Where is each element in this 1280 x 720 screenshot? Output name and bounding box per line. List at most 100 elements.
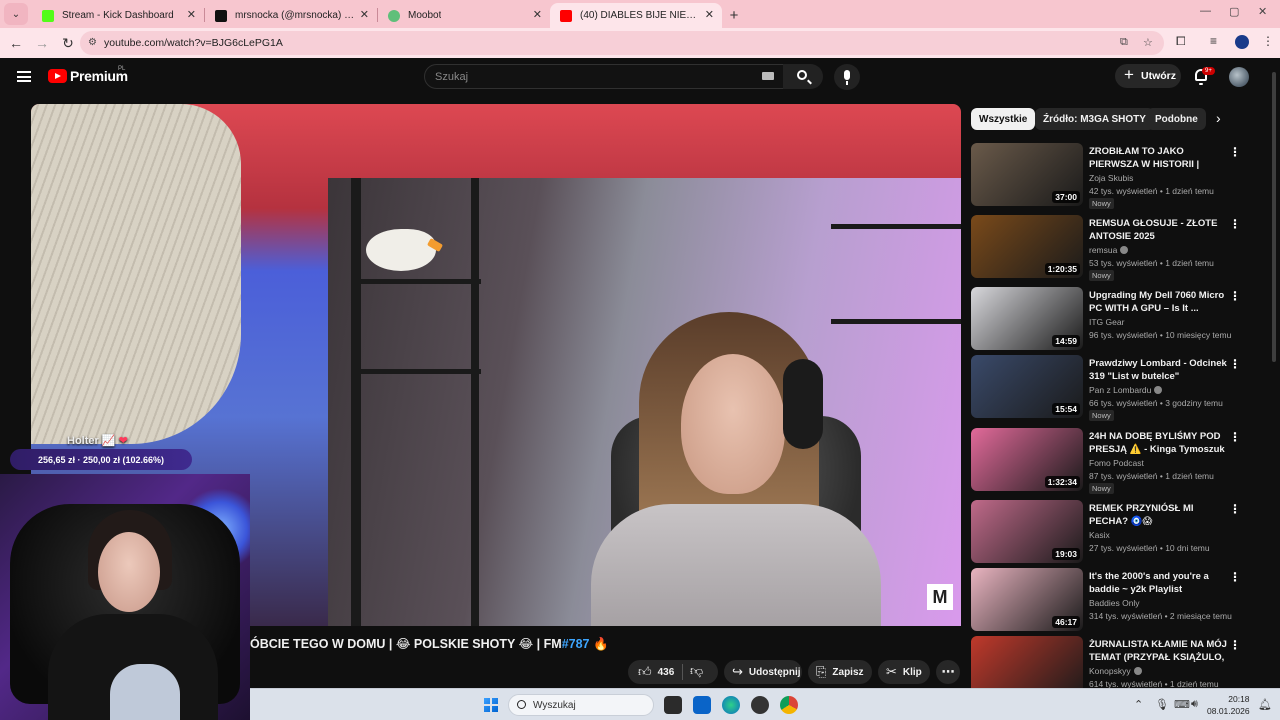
more-options-icon[interactable]: ⋮ [1229, 430, 1241, 444]
taskbar-search-input[interactable]: Wyszukaj [508, 694, 654, 716]
recommendation-item[interactable]: 15:54 Prawdziwy Lombard - Odcinek 319 "Li… [971, 355, 1241, 421]
close-tab-icon[interactable]: ✕ [187, 8, 196, 21]
edge-icon[interactable] [722, 696, 740, 714]
more-options-icon[interactable]: ⋮ [1229, 357, 1241, 371]
maximize-icon[interactable]: ▢ [1229, 5, 1239, 18]
recommendation-item[interactable]: 14:59 Upgrading My Dell 7060 Micro PC WIT… [971, 287, 1241, 353]
volume-icon[interactable]: 🔊︎ [1191, 698, 1198, 711]
recommendation-title[interactable]: ŻURNALISTA KŁAMIE NA MÓJ TEMAT (PRZYPAŁ … [1089, 638, 1229, 664]
video-thumbnail[interactable]: 19:03 [971, 500, 1083, 563]
video-thumbnail[interactable]: 46:17 [971, 568, 1083, 631]
network-icon[interactable]: ⌨ [1174, 698, 1190, 711]
chevron-right-icon[interactable]: › [1216, 110, 1221, 126]
like-count[interactable]: 436 [658, 667, 675, 678]
close-tab-icon[interactable]: ✕ [360, 8, 369, 21]
browser-menu-icon[interactable]: ⋮ [1262, 34, 1274, 48]
video-hashtag-link[interactable]: #787 [562, 637, 590, 651]
like-icon[interactable]: 👍︎ [638, 664, 652, 680]
close-tab-icon[interactable]: ✕ [533, 8, 542, 21]
close-window-icon[interactable]: ✕ [1258, 5, 1267, 18]
search-button[interactable] [783, 64, 823, 89]
recommendation-title[interactable]: 24H NA DOBĘ BYLIŚMY POD PRESJĄ ⚠️ - King… [1089, 430, 1229, 456]
video-thumbnail[interactable]: 15:54 [971, 355, 1083, 418]
recommendation-title[interactable]: REMEK PRZYNIÓSŁ MI PECHA? 🧿😱 [1089, 502, 1229, 528]
save-button[interactable]: ⎘ Zapisz [808, 660, 872, 684]
more-options-icon[interactable]: ⋮ [1229, 217, 1241, 231]
microphone-icon[interactable]: 🎙︎ [1155, 698, 1169, 711]
browser-tab[interactable]: Moobot ✕ [378, 3, 550, 28]
search-input[interactable]: Szukaj [424, 64, 784, 89]
minimize-icon[interactable]: — [1200, 5, 1211, 17]
forward-icon[interactable]: → [30, 35, 54, 51]
recommendation-channel[interactable]: Pan z Lombardu [1089, 385, 1163, 395]
site-info-icon[interactable]: ⚙ [88, 37, 97, 48]
recommendation-channel[interactable]: remsua [1089, 245, 1129, 255]
video-thumbnail[interactable]: 1:32:34 [971, 428, 1083, 491]
browser-tab-active[interactable]: (40) DIABLES BIJE NIEUCZESANĄ ✕ [550, 3, 722, 28]
notification-center-icon[interactable]: 🔔︎ [1258, 698, 1272, 711]
chip-all[interactable]: Wszystkie [971, 108, 1036, 130]
more-options-icon[interactable]: ⋮ [1229, 502, 1241, 516]
recommendation-channel[interactable]: Fomo Podcast [1089, 458, 1144, 468]
tray-overflow-icon[interactable]: ⌃ [1134, 698, 1143, 711]
recommendation-channel[interactable]: Kasix [1089, 530, 1110, 540]
browser-tab[interactable]: Stream - Kick Dashboard ✕ [32, 3, 204, 28]
more-actions-button[interactable]: ⋯ [936, 660, 960, 684]
video-frame-shelf [351, 279, 481, 284]
back-icon[interactable]: ← [4, 35, 28, 51]
close-tab-icon[interactable]: ✕ [705, 8, 714, 21]
media-controls-icon[interactable]: ≡ [1210, 34, 1217, 48]
tab-search-button[interactable]: ⌄ [4, 3, 28, 25]
taskbar-clock[interactable]: 20:18 08.01.2026 [1207, 693, 1250, 717]
video-frame-hoodie [591, 504, 881, 626]
recommendation-title[interactable]: REMSUA GŁOSUJE - ZŁOTE ANTOSIE 2025 [1089, 217, 1229, 243]
windows-start-icon[interactable] [484, 698, 498, 712]
new-tab-button[interactable]: + [722, 3, 746, 28]
task-view-icon[interactable] [664, 696, 682, 714]
recommendation-item[interactable]: 37:00 ZROBIŁAM TO JAKO PIERWSZA W HISTORI… [971, 143, 1241, 209]
chip-source[interactable]: Źródło: M3GA SHOTY [1035, 108, 1154, 130]
reload-icon[interactable]: ↻ [56, 35, 80, 52]
recommendation-item[interactable]: 46:17 It's the 2000's and you're a baddie… [971, 568, 1241, 634]
recommendation-title[interactable]: It's the 2000's and you're a baddie ~ y2… [1089, 570, 1229, 596]
recommendation-title[interactable]: Prawdziwy Lombard - Odcinek 319 "List w … [1089, 357, 1229, 383]
recommendation-title[interactable]: Upgrading My Dell 7060 Micro PC WITH A G… [1089, 289, 1229, 315]
bookmark-star-icon[interactable]: ☆ [1143, 36, 1153, 49]
account-avatar[interactable] [1229, 67, 1249, 87]
clip-button[interactable]: ✂ Klip [878, 660, 930, 684]
keyboard-icon[interactable] [762, 72, 774, 80]
extensions-icon[interactable]: ⧠ [1176, 34, 1186, 49]
youtube-logo-icon[interactable] [48, 69, 67, 83]
video-thumbnail[interactable]: 14:59 [971, 287, 1083, 350]
menu-icon[interactable] [17, 71, 31, 82]
recommendation-channel[interactable]: ITG Gear [1089, 317, 1124, 327]
voice-search-button[interactable] [834, 64, 860, 90]
chip-related[interactable]: Podobne [1147, 108, 1206, 130]
page-scrollbar[interactable] [1272, 72, 1276, 362]
more-options-icon[interactable]: ⋮ [1229, 570, 1241, 584]
install-app-icon[interactable]: ⧉ [1120, 36, 1128, 49]
create-button[interactable]: Utwórz [1115, 64, 1181, 88]
more-options-icon[interactable]: ⋮ [1229, 145, 1241, 159]
chrome-icon[interactable] [780, 696, 798, 714]
dislike-icon[interactable]: 👎︎ [690, 663, 703, 679]
recommendation-title[interactable]: ZROBIŁAM TO JAKO PIERWSZA W HISTORII | D… [1089, 145, 1229, 171]
video-thumbnail[interactable]: 1:20:35 [971, 215, 1083, 278]
recommendation-channel[interactable]: Baddies Only [1089, 598, 1140, 608]
browser-tab[interactable]: mrsnocka (@mrsnocka) prowadzi ✕ [205, 3, 377, 28]
share-button[interactable]: ↪ Udostępnij [724, 660, 802, 684]
more-options-icon[interactable]: ⋮ [1229, 638, 1241, 652]
recommendation-item[interactable]: 1:20:35 REMSUA GŁOSUJE - ZŁOTE ANTOSIE 20… [971, 215, 1241, 281]
more-options-icon[interactable]: ⋮ [1229, 289, 1241, 303]
recommendation-item[interactable]: 1:32:34 24H NA DOBĘ BYLIŚMY POD PRESJĄ ⚠️… [971, 428, 1241, 494]
recommendation-channel[interactable]: Konopskyy [1089, 666, 1142, 676]
recommendation-item[interactable]: 19:03 REMEK PRZYNIÓSŁ MI PECHA? 🧿😱 Kasix 27… [971, 500, 1241, 566]
outlook-icon[interactable] [693, 696, 711, 714]
channel-name: Konopskyy [1089, 666, 1131, 676]
video-frame-shelf [351, 178, 361, 626]
profile-avatar[interactable] [1235, 35, 1249, 49]
video-thumbnail[interactable]: 37:00 [971, 143, 1083, 206]
address-bar[interactable]: ⚙ youtube.com/watch?v=BJG6cLePG1A ⧉ ☆ [80, 31, 1164, 55]
obs-icon[interactable] [751, 696, 769, 714]
recommendation-channel[interactable]: Zoja Skubis [1089, 173, 1133, 183]
